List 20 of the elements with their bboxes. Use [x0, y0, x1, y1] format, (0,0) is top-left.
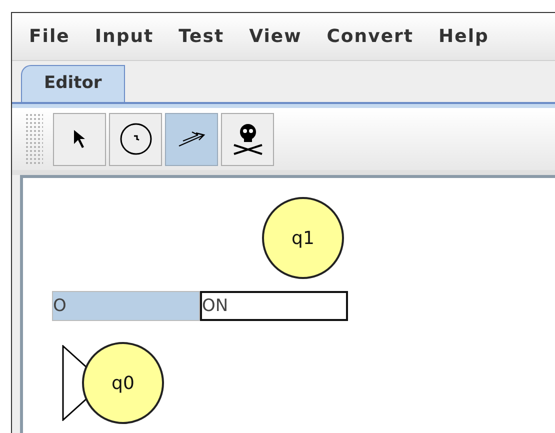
tool-button[interactable]: [165, 112, 218, 166]
menu-item[interactable]: Convert: [326, 23, 414, 50]
menu-item[interactable]: Input: [94, 23, 154, 50]
menu-item[interactable]: Help: [438, 23, 489, 50]
circle-icon: [118, 122, 152, 156]
tab[interactable]: Editor: [21, 65, 125, 102]
menu-item[interactable]: File: [29, 23, 70, 50]
menu-item[interactable]: Test: [178, 23, 224, 50]
tool-button[interactable]: [53, 112, 106, 166]
label-field[interactable]: ON: [200, 291, 348, 321]
tool-button[interactable]: [109, 112, 162, 166]
skull-icon: [230, 122, 264, 156]
state-node[interactable]: q0: [82, 342, 164, 424]
menu-item[interactable]: View: [249, 23, 302, 50]
toolbar-grip[interactable]: [25, 113, 43, 165]
state-node[interactable]: q1: [262, 197, 344, 279]
arrow-icon: [178, 130, 206, 148]
tool-button[interactable]: [221, 112, 274, 166]
label-field[interactable]: O: [52, 291, 200, 321]
pointer-icon: [72, 129, 86, 149]
